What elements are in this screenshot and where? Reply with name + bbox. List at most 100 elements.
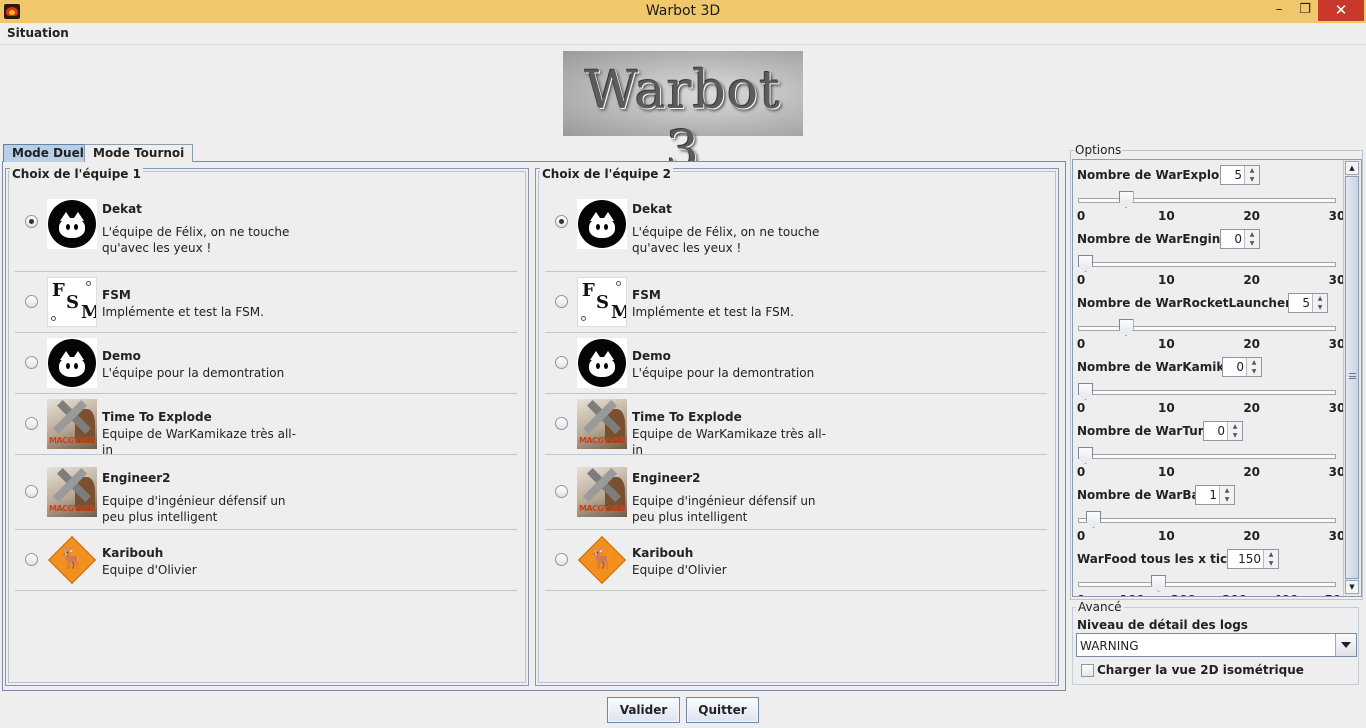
slider-tick-label: 0 [1076, 401, 1086, 415]
option-slider-track[interactable] [1078, 326, 1336, 331]
team1-row[interactable]: 🦌 Karibouh Equipe d'Olivier [15, 530, 517, 591]
maximize-button[interactable]: ❐ [1292, 0, 1318, 21]
option-spinner[interactable]: 0 ▲ ▼ [1203, 421, 1243, 441]
team2-row[interactable]: Demo L'équipe pour la demontration [545, 333, 1047, 394]
log-level-select[interactable]: WARNING [1076, 633, 1357, 657]
team-description: Implémente et test la FSM. [102, 305, 264, 319]
option-spinner[interactable]: 150 ▲ ▼ [1227, 549, 1279, 569]
team1-row[interactable]: FSM FSM Implémente et test la FSM. [15, 272, 517, 333]
slider-tick-label: 0 [1076, 465, 1086, 479]
slider-tick-label: 100 [1120, 593, 1145, 596]
options-scroll-pane: Nombre de WarExplorer 5 ▲ ▼ 0 10 20 30 Nombre de… [1072, 159, 1362, 597]
slider-tick-label: 20 [1243, 337, 1261, 351]
slider-tick-label: 10 [1157, 465, 1175, 479]
iso-view-checkbox[interactable] [1081, 664, 1094, 677]
option-slider-track[interactable] [1078, 198, 1336, 203]
team-name: Karibouh [632, 546, 694, 560]
cat-icon [577, 199, 627, 249]
valider-button[interactable]: Valider [607, 697, 680, 723]
option-spinner[interactable]: 0 ▲ ▼ [1222, 357, 1262, 377]
team-name: FSM [102, 288, 131, 302]
option-slider-thumb[interactable] [1078, 447, 1093, 464]
team1-row[interactable]: MACGYVER Time To Explode Equipe de WarKami… [15, 394, 517, 457]
slider-tick-label: 0 [1077, 593, 1085, 596]
team2-row[interactable]: MACGYVER Time To Explode Equipe de WarKami… [545, 394, 1047, 457]
team-description: Equipe d'Olivier [102, 563, 197, 577]
option-slider-thumb[interactable] [1118, 191, 1134, 208]
minimize-button[interactable]: – [1266, 0, 1292, 21]
team-radio[interactable] [25, 553, 38, 566]
spinner-arrows-icon[interactable]: ▲ ▼ [1244, 230, 1259, 248]
team2-row[interactable]: FSM FSM Implémente et test la FSM. [545, 272, 1047, 333]
spinner-value: 5 [1234, 168, 1242, 182]
option-slider-thumb[interactable] [1078, 383, 1093, 400]
option-slider-track[interactable] [1078, 262, 1336, 267]
spinner-arrows-icon[interactable]: ▲ ▼ [1246, 358, 1261, 376]
spinner-arrows-icon[interactable]: ▲ ▼ [1219, 486, 1234, 504]
team-radio[interactable] [555, 215, 568, 228]
option-slider-thumb[interactable] [1118, 319, 1134, 336]
option-slider-track[interactable] [1078, 390, 1336, 395]
team-radio[interactable] [555, 485, 568, 498]
team2-row[interactable]: Dekat L'équipe de Félix, on ne touche qu'… [545, 186, 1047, 272]
chevron-down-icon[interactable] [1335, 634, 1356, 656]
team-radio[interactable] [555, 356, 568, 369]
option-slider-thumb[interactable] [1086, 511, 1102, 528]
team-radio[interactable] [555, 553, 568, 566]
team1-panel: Choix de l'équipe 1 Dekat L'équipe de Fél… [5, 167, 529, 686]
option-spinner[interactable]: 5 ▲ ▼ [1288, 293, 1328, 313]
spinner-arrows-icon[interactable]: ▲ ▼ [1263, 550, 1278, 568]
team-name: Dekat [102, 202, 142, 216]
team-name: FSM [632, 288, 661, 302]
team-description: Equipe de WarKamikaze très all-in [102, 427, 296, 457]
menu-situation[interactable]: Situation [7, 26, 69, 40]
option-spinner[interactable]: 5 ▲ ▼ [1220, 165, 1260, 185]
team-radio[interactable] [25, 215, 38, 228]
scroll-up-icon[interactable]: ▲ [1345, 161, 1359, 175]
team-radio[interactable] [555, 417, 568, 430]
team-name: Time To Explode [102, 410, 212, 424]
option-slider-thumb[interactable] [1150, 575, 1166, 592]
option-spinner[interactable]: 1 ▲ ▼ [1195, 485, 1235, 505]
team-radio[interactable] [25, 356, 38, 369]
spinner-arrows-icon[interactable]: ▲ ▼ [1312, 294, 1327, 312]
team2-row[interactable]: 🦌 Karibouh Equipe d'Olivier [545, 530, 1047, 591]
team1-row[interactable]: Demo L'équipe pour la demontration [15, 333, 517, 394]
option-slider-track[interactable] [1078, 454, 1336, 459]
slider-tick-label: 20 [1243, 273, 1261, 287]
team-radio[interactable] [25, 295, 38, 308]
team1-list: Dekat L'équipe de Félix, on ne touche qu'… [15, 186, 517, 591]
team-description: L'équipe pour la demontration [102, 366, 285, 380]
close-button[interactable]: ✕ [1318, 0, 1364, 21]
team1-row[interactable]: MACGYVER Engineer2 Equipe d'ingénieur défe… [15, 455, 517, 530]
team-radio[interactable] [25, 485, 38, 498]
tab-mode-tournoi[interactable]: Mode Tournoi [84, 144, 194, 162]
scroll-down-icon[interactable]: ▼ [1345, 580, 1359, 594]
tab-mode-duel[interactable]: Mode Duel [3, 144, 93, 162]
option-slider-thumb[interactable] [1078, 255, 1093, 272]
team-name: Karibouh [102, 546, 164, 560]
team1-row[interactable]: Dekat L'équipe de Félix, on ne touche qu'… [15, 186, 517, 272]
spinner-value: 0 [1236, 360, 1244, 374]
team-radio[interactable] [25, 417, 38, 430]
slider-tick-label: 20 [1243, 465, 1261, 479]
iso-view-label[interactable]: Charger la vue 2D isométrique [1097, 663, 1304, 677]
quitter-button[interactable]: Quitter [686, 697, 759, 723]
slider-tick-label: 10 [1157, 209, 1175, 223]
options-scrollbar[interactable]: ▲ ▼ [1343, 160, 1360, 596]
team2-row[interactable]: MACGYVER Engineer2 Equipe d'ingénieur défe… [545, 455, 1047, 530]
option-label: Nombre de WarRocketLauncher [1077, 296, 1292, 310]
option-spinner[interactable]: 0 ▲ ▼ [1220, 229, 1260, 249]
team-radio[interactable] [555, 295, 568, 308]
spinner-arrows-icon[interactable]: ▲ ▼ [1227, 422, 1242, 440]
log-level-value: WARNING [1080, 639, 1139, 653]
scroll-thumb[interactable] [1345, 176, 1359, 579]
team-description: L'équipe de Félix, on ne touche qu'avec … [102, 225, 290, 255]
team1-panel-title: Choix de l'équipe 1 [10, 167, 143, 181]
team-description: Equipe d'Olivier [632, 563, 727, 577]
option-slider-track[interactable] [1078, 582, 1336, 587]
team-description: L'équipe pour la demontration [632, 366, 815, 380]
spinner-arrows-icon[interactable]: ▲ ▼ [1244, 166, 1259, 184]
slider-tick-label: 0 [1076, 209, 1086, 223]
option-slider-track[interactable] [1078, 518, 1336, 523]
